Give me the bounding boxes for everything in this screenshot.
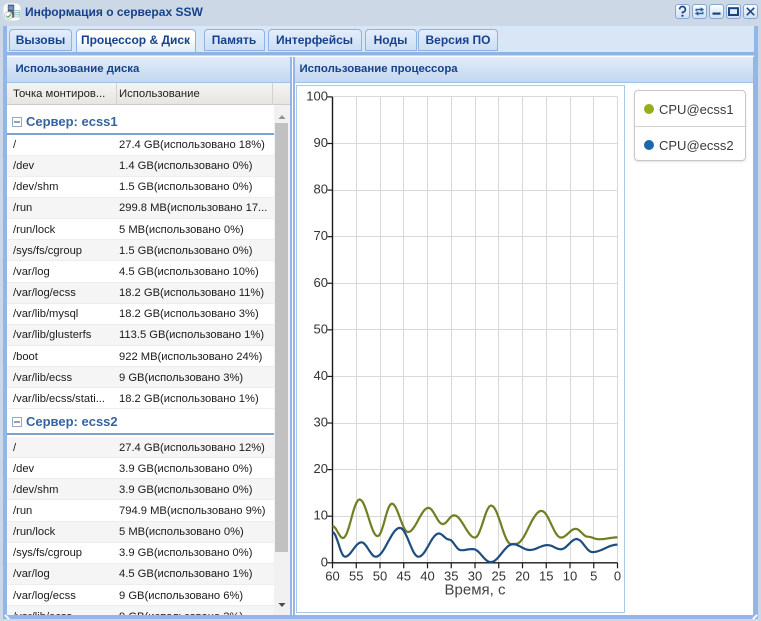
svg-text:70: 70 bbox=[314, 228, 328, 243]
svg-text:0: 0 bbox=[321, 554, 328, 569]
svg-text:5: 5 bbox=[590, 568, 597, 583]
svg-text:80: 80 bbox=[314, 182, 328, 197]
svg-text:0: 0 bbox=[614, 568, 621, 583]
svg-text:90: 90 bbox=[314, 135, 328, 150]
svg-text:40: 40 bbox=[314, 368, 328, 383]
svg-text:100: 100 bbox=[306, 88, 328, 103]
svg-text:55: 55 bbox=[349, 568, 363, 583]
svg-text:60: 60 bbox=[325, 568, 339, 583]
svg-text:10: 10 bbox=[563, 568, 577, 583]
svg-text:40: 40 bbox=[420, 568, 434, 583]
svg-text:15: 15 bbox=[539, 568, 553, 583]
svg-text:20: 20 bbox=[314, 461, 328, 476]
svg-text:20: 20 bbox=[515, 568, 529, 583]
svg-text:30: 30 bbox=[314, 415, 328, 430]
svg-text:10: 10 bbox=[314, 508, 328, 523]
svg-text:45: 45 bbox=[397, 568, 411, 583]
svg-text:Время, с: Время, с bbox=[445, 581, 506, 598]
svg-text:50: 50 bbox=[314, 321, 328, 336]
svg-text:50: 50 bbox=[373, 568, 387, 583]
svg-text:60: 60 bbox=[314, 275, 328, 290]
